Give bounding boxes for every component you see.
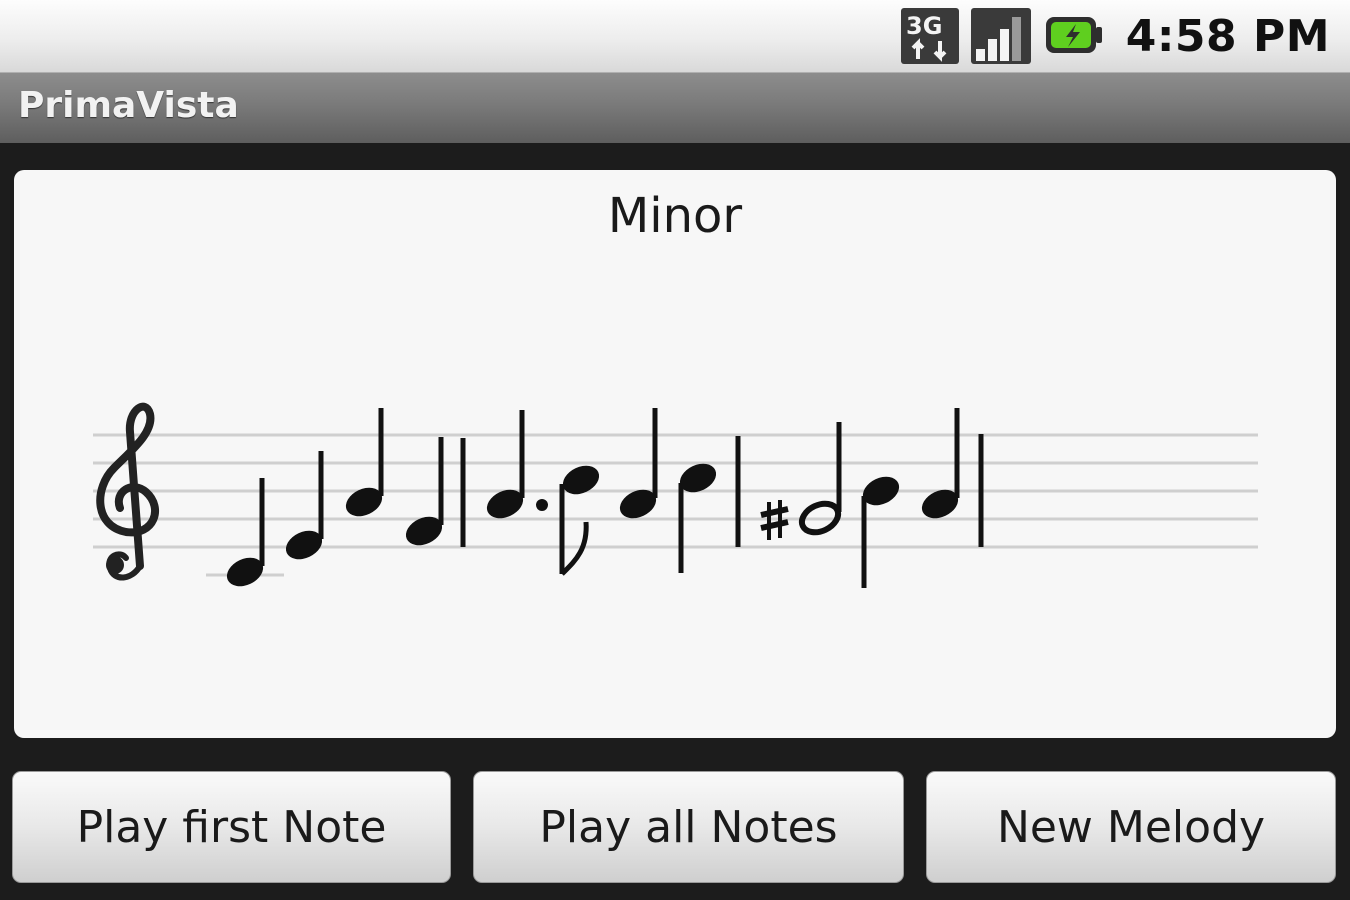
svg-text:3G: 3G xyxy=(906,12,942,40)
music-staff xyxy=(93,402,1258,588)
note-quarter xyxy=(619,408,658,519)
note-dotted-quarter xyxy=(486,410,548,519)
staff-lines xyxy=(93,433,1258,577)
note-quarter xyxy=(678,463,717,573)
app-title: PrimaVista xyxy=(18,85,239,126)
note-eighth xyxy=(559,465,600,576)
note-quarter xyxy=(345,408,384,517)
battery-charging-icon xyxy=(1045,17,1102,53)
title-bar: PrimaVista xyxy=(0,72,1350,143)
new-melody-button[interactable]: New Melody xyxy=(926,771,1336,883)
play-all-notes-button[interactable]: Play all Notes xyxy=(473,771,904,883)
signal-strength-icon xyxy=(970,8,1031,64)
note-quarter xyxy=(405,437,444,546)
status-clock: 4:58 PM xyxy=(1125,10,1330,62)
score-panel: Minor xyxy=(14,170,1336,738)
play-first-note-button[interactable]: Play first Note xyxy=(12,771,451,883)
status-bar: 3G 4:58 PM xyxy=(0,0,1350,72)
status-icons: 3G 4:58 PM xyxy=(900,6,1330,66)
note-quarter xyxy=(285,451,324,560)
3g-data-icon: 3G xyxy=(900,8,959,64)
note-quarter xyxy=(226,478,265,587)
note-quarter xyxy=(861,476,900,588)
note-quarter xyxy=(921,408,960,519)
